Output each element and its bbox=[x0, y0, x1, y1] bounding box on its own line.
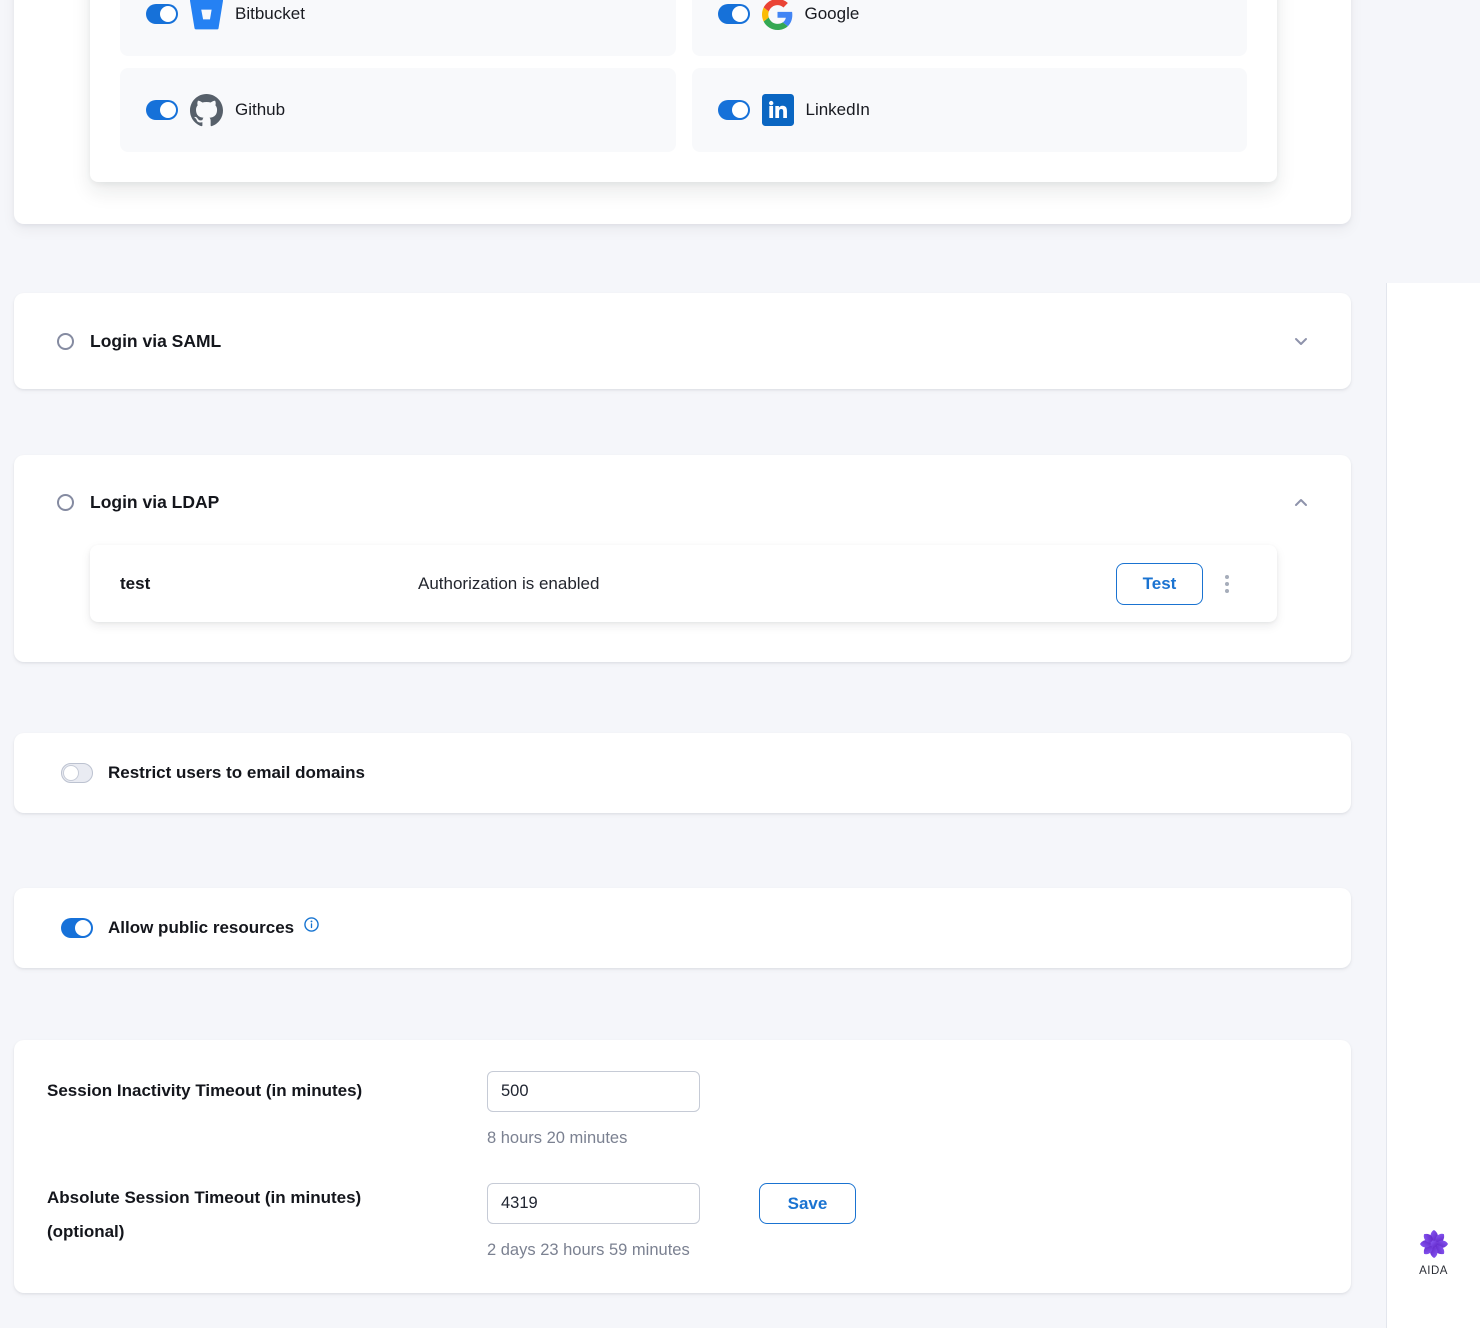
provider-tile-linkedin: LinkedIn bbox=[692, 68, 1248, 152]
github-icon bbox=[190, 94, 223, 127]
public-resources-card: Allow public resources bbox=[14, 888, 1351, 968]
provider-tile-github: Github bbox=[120, 68, 676, 152]
chevron-up-icon[interactable] bbox=[1291, 493, 1311, 513]
ldap-entry-name: test bbox=[120, 574, 418, 594]
chevron-down-icon[interactable] bbox=[1291, 331, 1311, 351]
session-timeout-card: Session Inactivity Timeout (in minutes) … bbox=[14, 1040, 1351, 1293]
provider-label: Bitbucket bbox=[235, 4, 305, 24]
provider-label: Github bbox=[235, 100, 285, 120]
kebab-menu-icon[interactable] bbox=[1221, 569, 1233, 599]
inactivity-timeout-helper: 8 hours 20 minutes bbox=[487, 1129, 627, 1148]
provider-label: Google bbox=[805, 4, 860, 24]
saml-section-card: Login via SAML bbox=[14, 293, 1351, 389]
provider-tile-google: Google bbox=[692, 0, 1248, 56]
aida-branding[interactable]: AIDA bbox=[1387, 1227, 1480, 1277]
absolute-timeout-label-line1: Absolute Session Timeout (in minutes) bbox=[47, 1181, 361, 1215]
public-resources-label: Allow public resources bbox=[108, 918, 294, 938]
info-icon[interactable] bbox=[304, 917, 319, 932]
absolute-timeout-label: Absolute Session Timeout (in minutes) (o… bbox=[47, 1181, 361, 1249]
restrict-domains-card: Restrict users to email domains bbox=[14, 733, 1351, 813]
oauth-providers-card: Bitbucket Google Github bbox=[14, 0, 1351, 224]
linkedin-icon bbox=[762, 94, 794, 126]
bitbucket-toggle[interactable] bbox=[146, 4, 178, 24]
saml-title: Login via SAML bbox=[90, 331, 221, 352]
bitbucket-icon bbox=[190, 0, 223, 31]
ldap-entry-status: Authorization is enabled bbox=[418, 574, 1116, 594]
google-toggle[interactable] bbox=[718, 4, 750, 24]
google-icon bbox=[762, 0, 793, 30]
ldap-entry-row: test Authorization is enabled Test bbox=[90, 545, 1277, 622]
github-toggle[interactable] bbox=[146, 100, 178, 120]
inactivity-timeout-input[interactable] bbox=[487, 1071, 700, 1112]
aida-label: AIDA bbox=[1419, 1265, 1448, 1277]
absolute-timeout-label-line2: (optional) bbox=[47, 1215, 361, 1249]
test-button[interactable]: Test bbox=[1116, 563, 1203, 605]
ldap-title: Login via LDAP bbox=[90, 492, 219, 513]
saml-radio[interactable] bbox=[57, 333, 74, 350]
oauth-providers-grid: Bitbucket Google Github bbox=[90, 0, 1277, 182]
ldap-header[interactable]: Login via LDAP bbox=[14, 455, 1351, 550]
aida-logo-icon bbox=[1417, 1227, 1451, 1261]
right-side-panel: AIDA bbox=[1386, 283, 1480, 1328]
saml-header[interactable]: Login via SAML bbox=[14, 293, 1351, 389]
public-resources-toggle[interactable] bbox=[61, 918, 93, 938]
absolute-timeout-input[interactable] bbox=[487, 1183, 700, 1224]
ldap-radio[interactable] bbox=[57, 494, 74, 511]
linkedin-toggle[interactable] bbox=[718, 100, 750, 120]
restrict-domains-label: Restrict users to email domains bbox=[108, 763, 365, 783]
provider-label: LinkedIn bbox=[806, 100, 870, 120]
restrict-domains-toggle[interactable] bbox=[61, 763, 93, 783]
provider-tile-bitbucket: Bitbucket bbox=[120, 0, 676, 56]
inactivity-timeout-label: Session Inactivity Timeout (in minutes) bbox=[47, 1074, 362, 1108]
save-button[interactable]: Save bbox=[759, 1183, 856, 1224]
ldap-section-card: Login via LDAP test Authorization is ena… bbox=[14, 455, 1351, 662]
absolute-timeout-helper: 2 days 23 hours 59 minutes bbox=[487, 1241, 690, 1260]
